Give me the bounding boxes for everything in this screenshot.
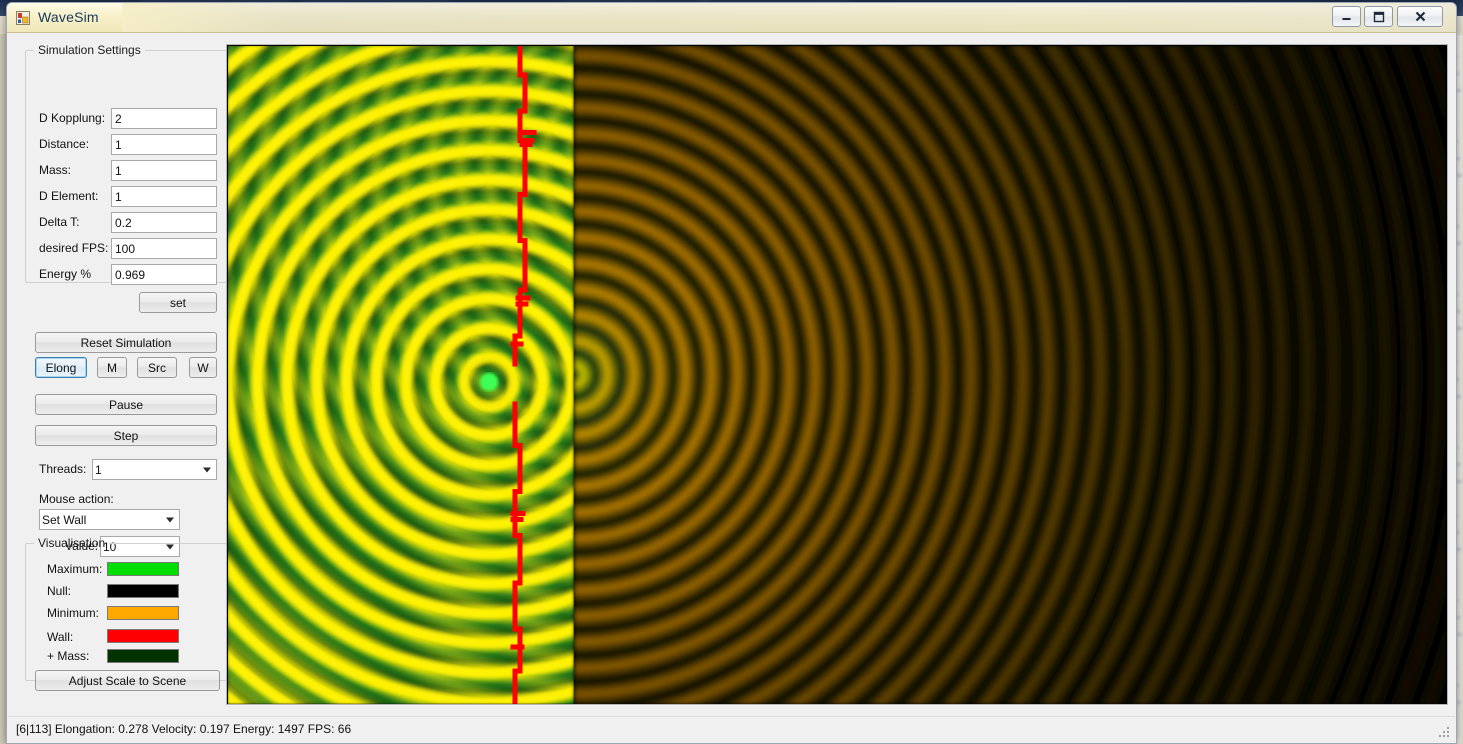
window-title: WaveSim: [38, 9, 99, 25]
settings-sidebar: Simulation Settings D Kopplung: Distance…: [15, 41, 227, 705]
swatch-null: [107, 584, 179, 598]
mode-src-button[interactable]: Src: [137, 357, 177, 378]
label-null: Null:: [47, 584, 72, 598]
client-area: Simulation Settings D Kopplung: Distance…: [7, 33, 1456, 743]
step-button[interactable]: Step: [35, 425, 217, 446]
maximize-icon: [1373, 11, 1384, 22]
label-maximum: Maximum:: [47, 562, 103, 576]
status-text: [6|113] Elongation: 0.278 Velocity: 0.19…: [16, 722, 352, 736]
swatch-maximum: [107, 562, 179, 576]
set-button[interactable]: set: [139, 292, 217, 313]
label-threads: Threads:: [39, 462, 87, 476]
resize-grip[interactable]: [1437, 725, 1451, 739]
label-plus-mass: + Mass:: [47, 649, 90, 663]
right-chamber-wavefield: [573, 45, 1447, 704]
desired-fps-input[interactable]: [111, 238, 217, 259]
label-d-element: D Element:: [39, 189, 99, 203]
minimize-icon: [1342, 18, 1351, 20]
close-icon: [1415, 11, 1425, 22]
energy-percent-input[interactable]: [111, 264, 217, 285]
mass-input[interactable]: [111, 160, 217, 181]
label-delta-t: Delta T:: [39, 215, 80, 229]
label-desired-fps: desired FPS:: [39, 241, 109, 255]
close-button[interactable]: [1397, 6, 1443, 27]
maximize-button[interactable]: [1364, 6, 1393, 27]
reset-simulation-button[interactable]: Reset Simulation: [35, 332, 217, 353]
d-element-input[interactable]: [111, 186, 217, 207]
delta-t-input[interactable]: [111, 212, 217, 233]
mode-m-button[interactable]: M: [97, 357, 127, 378]
simulation-canvas-frame[interactable]: [226, 44, 1448, 705]
d-kopplung-input[interactable]: [111, 108, 217, 129]
adjust-scale-button[interactable]: Adjust Scale to Scene: [35, 670, 220, 691]
swatch-minimum: [107, 606, 179, 620]
mode-w-button[interactable]: W: [189, 357, 217, 378]
title-bar[interactable]: WaveSim: [7, 3, 1456, 33]
form-designer-icon: [16, 11, 30, 25]
distance-input[interactable]: [111, 134, 217, 155]
label-energy-percent: Energy %: [39, 267, 92, 281]
label-wall: Wall:: [47, 630, 74, 644]
mode-elong-button[interactable]: Elong: [35, 357, 87, 378]
mouse-action-select[interactable]: Set Wall: [39, 509, 180, 530]
label-d-kopplung: D Kopplung:: [39, 111, 106, 125]
label-minimum: Minimum:: [47, 606, 100, 620]
label-mouse-action: Mouse action:: [39, 492, 114, 506]
threads-select[interactable]: 1: [92, 459, 217, 480]
swatch-wall: [107, 629, 179, 643]
wave-simulation-view[interactable]: [227, 45, 1447, 705]
visualisation-legend: Visualisation: [38, 536, 106, 550]
mouse-action-dropdown[interactable]: Set Wall: [39, 509, 180, 530]
threads-dropdown[interactable]: 1: [92, 459, 217, 480]
swatch-plus-mass: [107, 649, 179, 663]
wavesim-window: WaveSim Simulation Settings D Kopplung: …: [6, 2, 1457, 744]
pause-button[interactable]: Pause: [35, 394, 217, 415]
label-distance: Distance:: [39, 137, 90, 151]
simulation-settings-legend: Simulation Settings: [38, 43, 141, 57]
minimize-button[interactable]: [1332, 6, 1361, 27]
label-mass: Mass:: [39, 163, 72, 177]
status-bar: [6|113] Elongation: 0.278 Velocity: 0.19…: [8, 716, 1455, 742]
